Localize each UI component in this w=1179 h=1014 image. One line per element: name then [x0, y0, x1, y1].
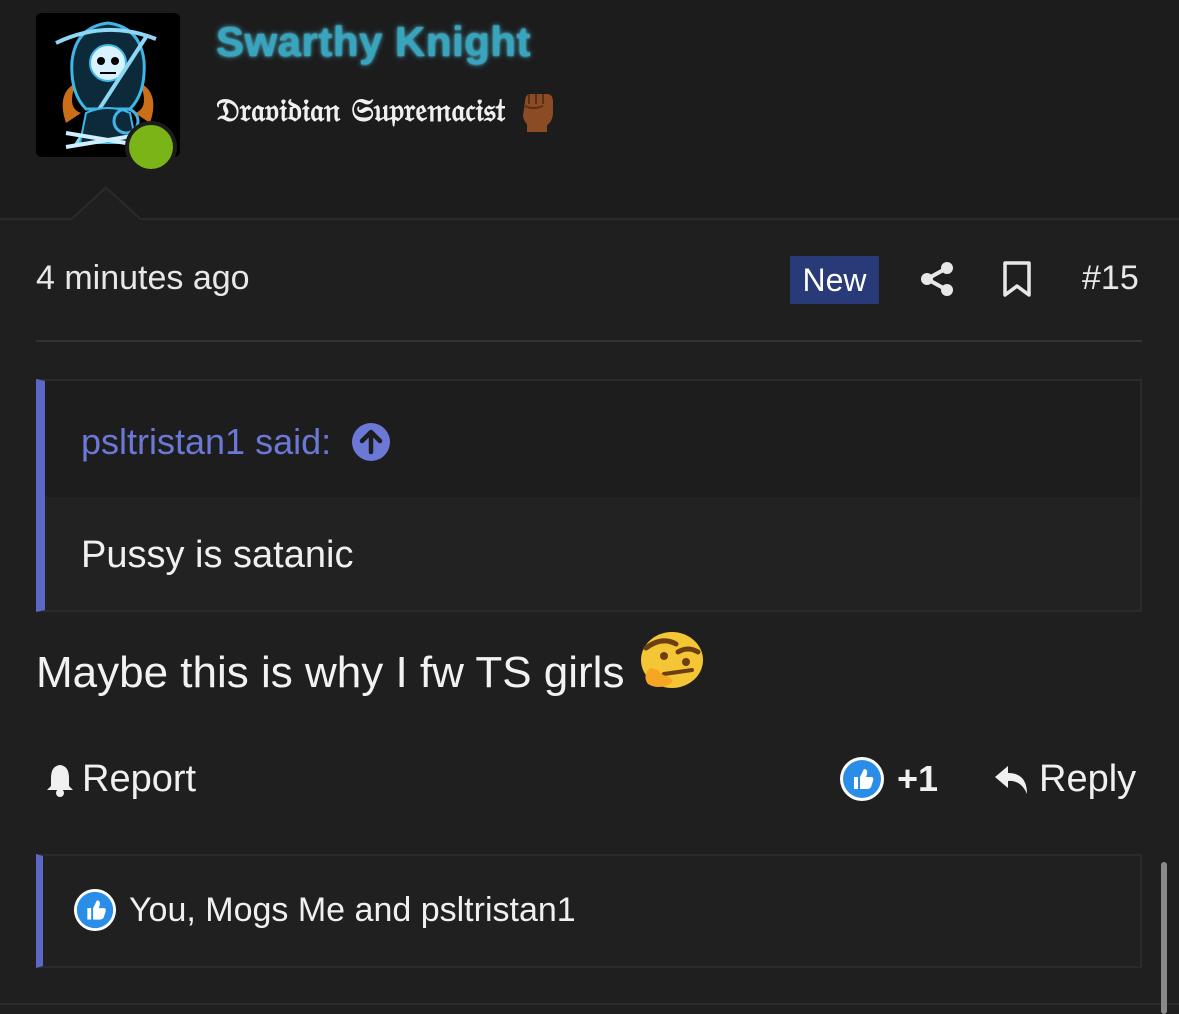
reactions-summary-text: You, Mogs Me and psltristan1: [129, 890, 576, 929]
raised-fist-icon: [523, 94, 554, 132]
online-status-indicator: [125, 121, 177, 173]
scrollbar[interactable]: [1161, 862, 1167, 1014]
bell-icon: [47, 764, 73, 797]
report-button[interactable]: Report: [44, 758, 196, 801]
post-message: Maybe this is why I fw TS girls: [36, 632, 706, 698]
post-number-link[interactable]: #15: [1082, 259, 1139, 298]
user-title-text: 𝔇𝔯𝔞𝔳𝔦𝔡𝔦𝔞𝔫 𝔖𝔲𝔭𝔯𝔢𝔪𝔞𝔠𝔦𝔰𝔱: [216, 90, 506, 129]
quote-block: psltristan1 said: Pussy is satanic: [36, 379, 1142, 612]
share-icon[interactable]: [918, 260, 956, 298]
reactions-bar: You, Mogs Me and psltristan1: [36, 854, 1142, 968]
quote-author-link[interactable]: psltristan1 said:: [81, 421, 391, 463]
user-title: 𝔇𝔯𝔞𝔳𝔦𝔡𝔦𝔞𝔫 𝔖𝔲𝔭𝔯𝔢𝔪𝔞𝔠𝔦𝔰𝔱: [216, 88, 557, 132]
quote-author-text: psltristan1 said:: [81, 421, 332, 462]
divider: [0, 1003, 1179, 1005]
reaction-count: +1: [897, 758, 939, 799]
like-reaction-button[interactable]: +1: [839, 756, 938, 802]
like-icon: [840, 757, 884, 801]
reply-icon: [995, 765, 1027, 794]
thinking-face-icon: [641, 632, 704, 688]
post-timestamp[interactable]: 4 minutes ago: [36, 259, 250, 298]
reply-label: Reply: [1039, 758, 1137, 800]
bookmark-icon[interactable]: [1001, 260, 1033, 298]
reply-button[interactable]: Reply: [993, 758, 1136, 801]
like-icon: [73, 888, 117, 932]
report-label: Report: [82, 758, 197, 800]
quote-body: Pussy is satanic: [81, 534, 354, 576]
divider: [36, 340, 1142, 342]
new-badge: New: [790, 256, 879, 304]
post-message-text: Maybe this is why I fw TS girls: [36, 648, 625, 697]
arrow-up-circle-icon[interactable]: [351, 422, 391, 462]
reactions-summary-link[interactable]: You, Mogs Me and psltristan1: [73, 888, 576, 932]
username[interactable]: Swarthy Knight: [216, 18, 531, 66]
post-author-header: Swarthy Knight 𝔇𝔯𝔞𝔳𝔦𝔡𝔦𝔞𝔫 𝔖𝔲𝔭𝔯𝔢𝔪𝔞𝔠𝔦𝔰𝔱: [0, 0, 1179, 220]
header-pointer: [70, 186, 142, 220]
